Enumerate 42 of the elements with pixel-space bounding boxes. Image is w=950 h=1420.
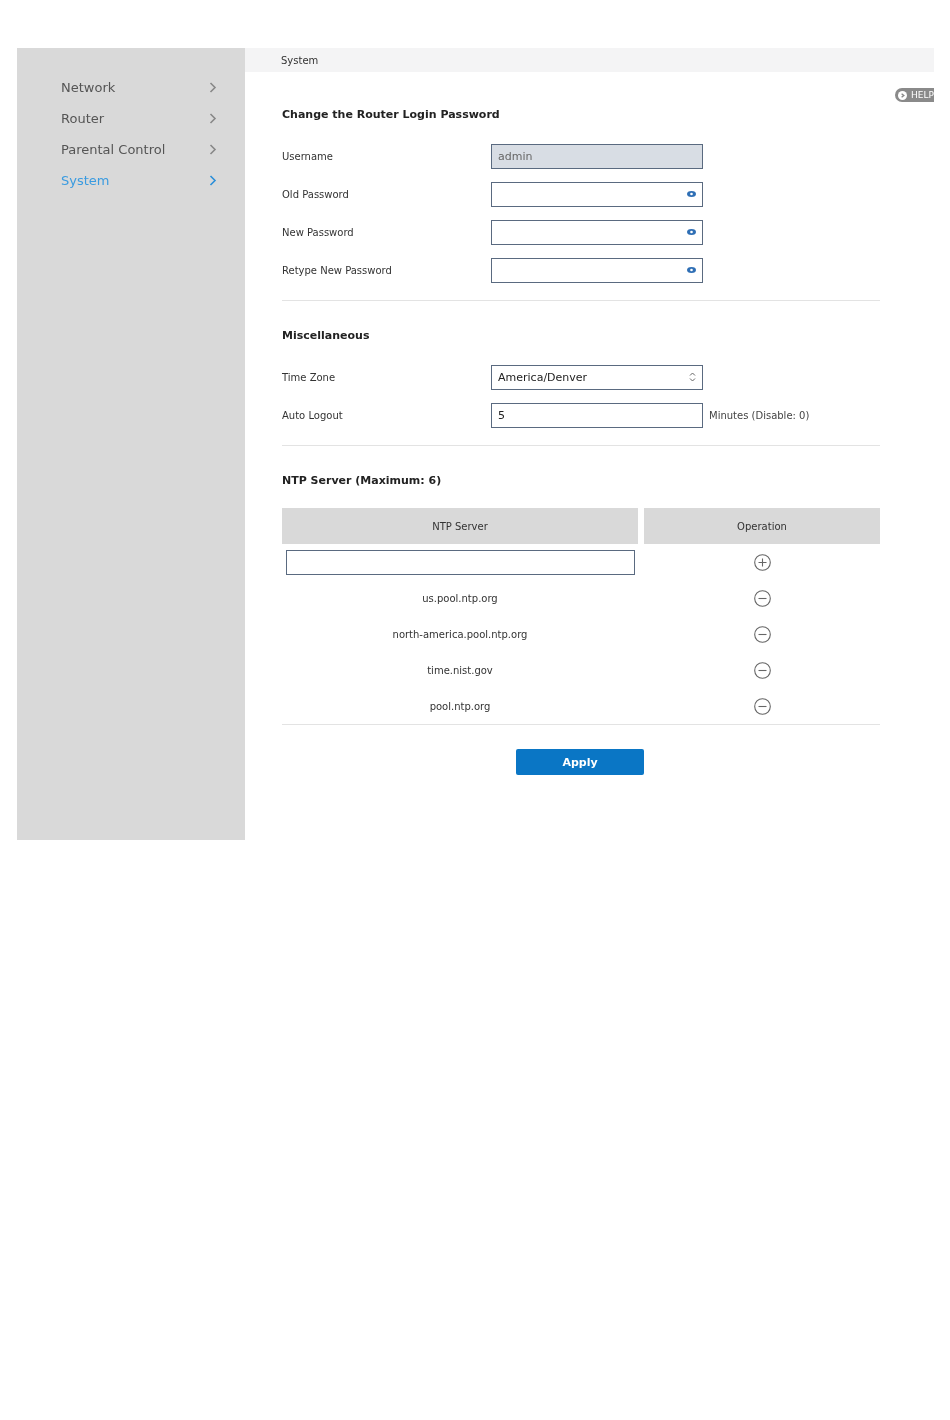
table-cell: pool.ntp.org (429, 700, 491, 712)
add-icon[interactable] (753, 553, 771, 571)
eye-icon[interactable] (687, 267, 696, 273)
field-label: Auto Logout (282, 409, 344, 421)
password-field[interactable] (491, 181, 703, 207)
field-hint: Minutes (Disable: 0) (709, 409, 810, 421)
time-zone-select[interactable]: America/Denver (491, 364, 703, 390)
ntp-server-field[interactable] (285, 549, 635, 575)
chevron-icon (209, 175, 217, 186)
table-cell: north-america.pool.ntp.org (392, 628, 528, 640)
sidebar-item[interactable]: Network (61, 72, 217, 103)
remove-icon[interactable] (753, 697, 771, 715)
sidebar-item[interactable]: Parental Control (61, 134, 217, 165)
help-icon (898, 90, 908, 100)
table-cell: us.pool.ntp.org (422, 592, 498, 604)
breadcrumb: System (281, 54, 319, 66)
chevron-icon (209, 82, 217, 93)
field-label: Old Password (282, 188, 350, 200)
section-title: Change the Router Login Password (282, 108, 501, 121)
section-title: Miscellaneous (282, 329, 371, 342)
password-field[interactable] (491, 219, 703, 245)
apply-button[interactable]: Apply (516, 749, 644, 775)
table-cell: time.nist.gov (427, 664, 493, 676)
field-label: Time Zone (282, 371, 337, 383)
password-field[interactable] (491, 257, 703, 283)
input-field[interactable]: 5 (491, 402, 703, 428)
chevron-icon (209, 113, 217, 124)
remove-icon[interactable] (753, 661, 771, 679)
eye-icon[interactable] (687, 229, 696, 235)
field-label: Username (282, 150, 334, 162)
section-title: NTP Server (Maximum: 6) (282, 474, 443, 487)
updown-icon (689, 371, 696, 383)
help-button[interactable]: HELP (895, 88, 934, 102)
field-label: Retype New Password (282, 264, 393, 276)
chevron-icon (209, 144, 217, 155)
column-header: Operation (644, 508, 880, 544)
column-header: NTP Server (282, 508, 638, 544)
eye-icon[interactable] (687, 191, 696, 197)
field-label: New Password (282, 226, 355, 238)
remove-icon[interactable] (753, 625, 771, 643)
remove-icon[interactable] (753, 589, 771, 607)
sidebar-item[interactable]: Router (61, 103, 217, 134)
